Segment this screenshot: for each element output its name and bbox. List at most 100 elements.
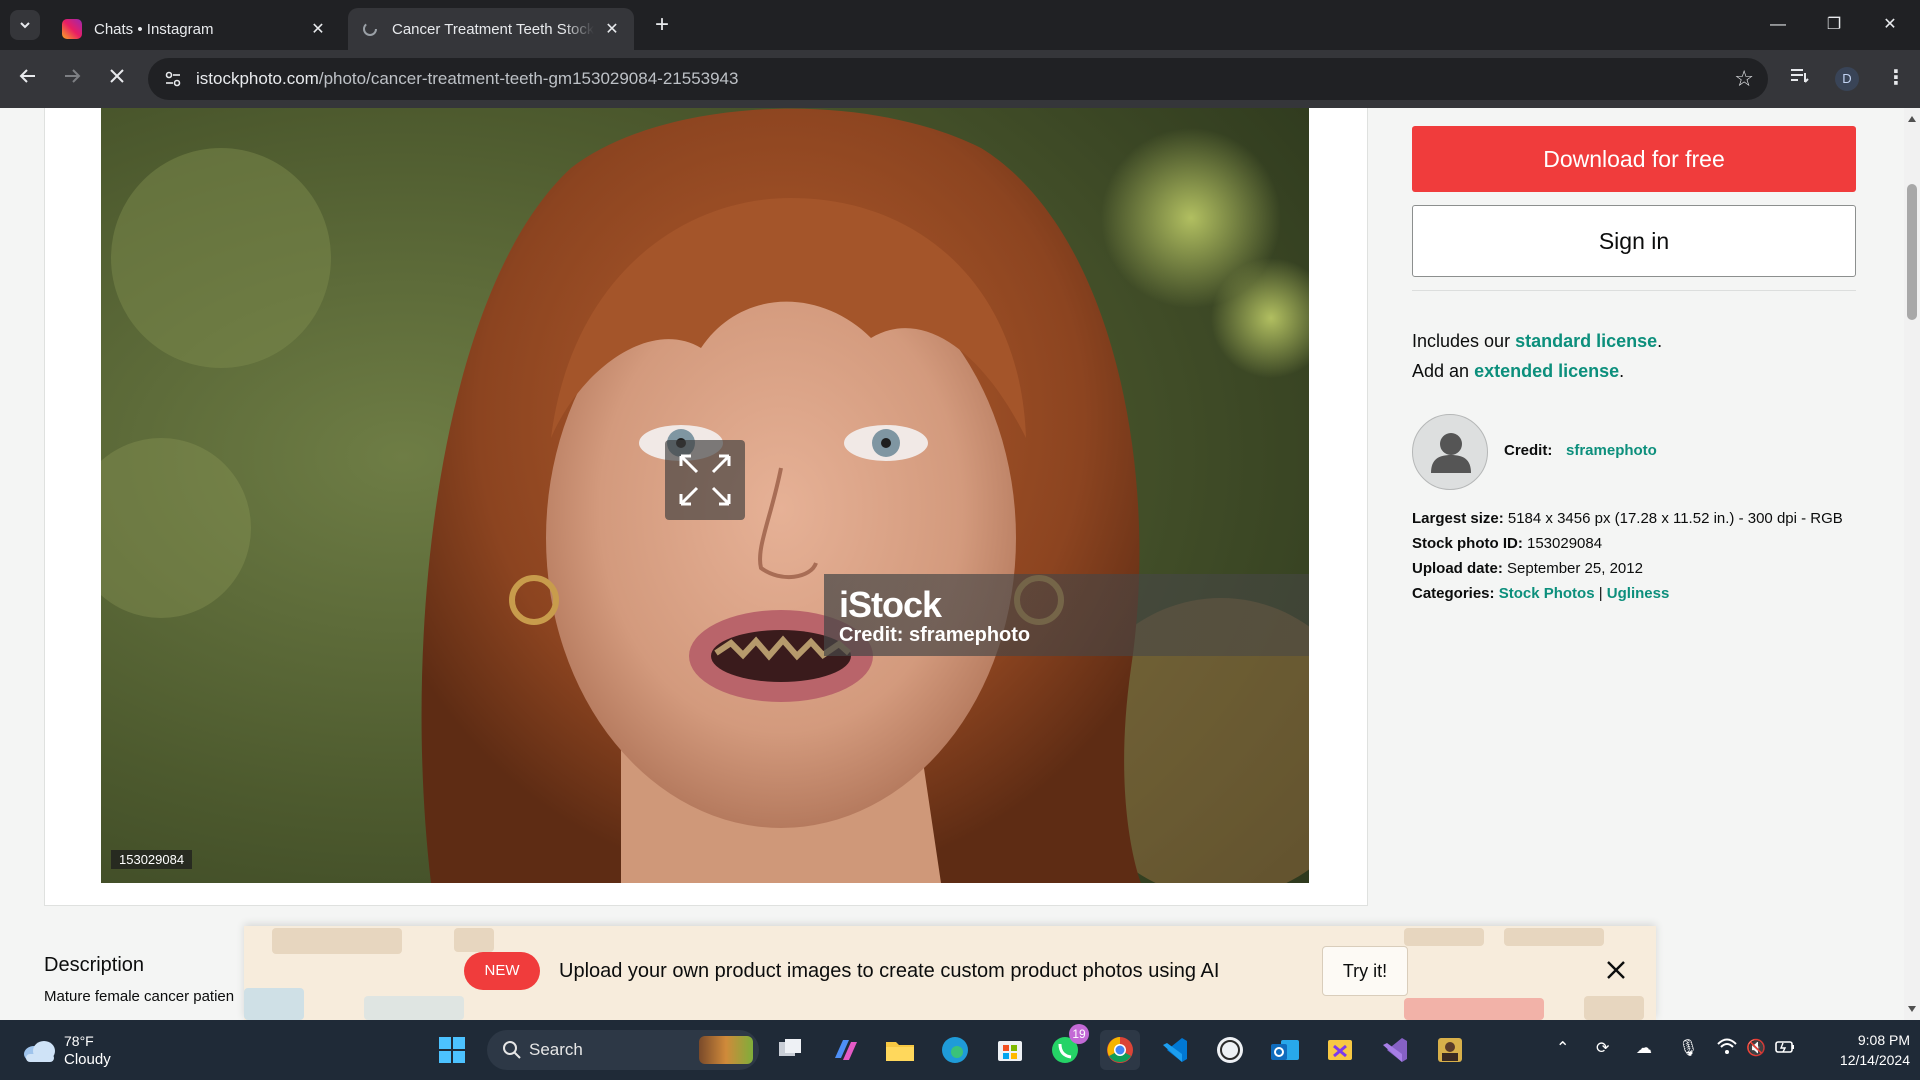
license-text: Includes our — [1412, 331, 1516, 351]
istock-watermark: iStock Credit: sframephoto — [824, 574, 1309, 656]
clock-time: 9:08 PM — [1857, 1032, 1910, 1048]
system-clock[interactable]: 9:08 PM 12/14/2024 — [1810, 1030, 1910, 1070]
scroll-up-arrow[interactable] — [1908, 116, 1916, 122]
expand-image-button[interactable] — [665, 440, 745, 520]
notification-badge: 19 — [1069, 1024, 1089, 1044]
outlook-icon[interactable] — [1265, 1030, 1305, 1070]
contributor-link[interactable]: sframephoto — [1566, 442, 1657, 459]
arrow-right-icon — [65, 69, 81, 83]
close-icon — [110, 69, 124, 83]
description-text: Mature female cancer patien — [44, 988, 235, 1005]
tab-istock[interactable]: Cancer Treatment Teeth Stock Photo ✕ — [348, 8, 634, 50]
reading-list-icon[interactable] — [1788, 65, 1810, 93]
scroll-down-arrow[interactable] — [1908, 1006, 1916, 1012]
photo-id-label: 153029084 — [111, 850, 193, 869]
clock-date: 12/14/2024 — [1839, 1052, 1910, 1068]
wifi-icon[interactable] — [1716, 1038, 1738, 1061]
credit-label: Credit: — [1504, 442, 1553, 459]
meta-key: Largest size: — [1412, 510, 1504, 527]
edge-icon[interactable] — [935, 1030, 975, 1070]
bookmark-star-icon[interactable]: ☆ — [1734, 66, 1754, 92]
promo-decoration — [454, 928, 494, 952]
back-button[interactable] — [14, 65, 42, 93]
user-app-icon[interactable] — [1430, 1030, 1470, 1070]
weather-widget[interactable]: 78°F Cloudy — [22, 1030, 152, 1070]
stock-photo[interactable]: 153029084 iStock Credit: sframephoto — [101, 108, 1309, 883]
profile-avatar[interactable]: D — [1835, 67, 1859, 91]
battery-icon[interactable] — [1774, 1038, 1796, 1061]
forward-button[interactable] — [58, 65, 86, 93]
tab-instagram[interactable]: Chats • Instagram ✕ — [50, 8, 340, 50]
scroll-thumb[interactable] — [1907, 184, 1917, 320]
snipping-tool-icon[interactable] — [1320, 1030, 1360, 1070]
site-info-icon[interactable] — [162, 68, 184, 90]
standard-license-link[interactable]: standard license — [1515, 331, 1657, 351]
chrome-icon[interactable] — [1100, 1030, 1140, 1070]
weather-condition: Cloudy — [64, 1051, 111, 1068]
show-hidden-icons-chevron-icon[interactable]: ⌃ — [1556, 1038, 1569, 1058]
close-icon — [1607, 961, 1625, 979]
chevron-down-icon — [20, 22, 30, 29]
promo-decoration — [272, 928, 402, 954]
tab-search-button[interactable] — [10, 10, 40, 40]
description-heading: Description — [44, 954, 145, 976]
start-button[interactable] — [432, 1030, 472, 1070]
visual-studio-icon[interactable] — [1375, 1030, 1415, 1070]
taskbar-search[interactable]: Search — [487, 1030, 759, 1070]
license-punct: . — [1619, 361, 1625, 381]
promo-decoration — [1404, 998, 1544, 1020]
sync-icon[interactable]: ⟳ — [1596, 1038, 1609, 1058]
divider — [1412, 290, 1856, 291]
copilot-icon[interactable] — [825, 1030, 865, 1070]
promo-decoration — [244, 988, 304, 1020]
instagram-icon — [62, 19, 82, 39]
new-tab-button[interactable]: + — [648, 12, 676, 40]
contributor-avatar[interactable] — [1412, 414, 1488, 490]
category-link-ugliness[interactable]: Ugliness — [1607, 585, 1670, 602]
promo-text: Upload your own product images to create… — [559, 960, 1220, 982]
microphone-icon[interactable]: 🎙 — [1678, 1038, 1698, 1058]
close-tab-icon[interactable]: ✕ — [308, 19, 328, 39]
url-path: /photo/cancer-treatment-teeth-gm15302908… — [318, 69, 739, 88]
download-button[interactable]: Download for free — [1412, 126, 1856, 192]
try-it-button[interactable]: Try it! — [1322, 946, 1408, 996]
promo-decoration — [1504, 928, 1604, 946]
category-link-stock-photos[interactable]: Stock Photos — [1499, 585, 1595, 602]
promo-banner: NEW Upload your own product images to cr… — [244, 926, 1656, 1020]
url-text: istockphoto.com/photo/cancer-treatment-t… — [196, 69, 738, 89]
watermark-logo: iStock — [839, 584, 942, 625]
windows-taskbar: 78°F Cloudy Search 19 ⌃ ⟳ ☁ 🎙 🔇 9:08 PM … — [0, 1020, 1920, 1080]
minimize-button[interactable]: — — [1758, 10, 1798, 40]
promo-decoration — [1404, 928, 1484, 946]
sign-in-button[interactable]: Sign in — [1412, 205, 1856, 277]
weather-temp: 78°F — [64, 1033, 94, 1049]
stop-loading-button[interactable] — [103, 65, 131, 93]
vscode-icon[interactable] — [1155, 1030, 1195, 1070]
arrow-left-icon — [19, 69, 35, 83]
photo-metadata: Largest size: 5184 x 3456 px (17.28 x 11… — [1412, 506, 1843, 606]
microsoft-store-icon[interactable] — [990, 1030, 1030, 1070]
page-viewport: 153029084 iStock Credit: sframephoto Dow… — [0, 108, 1904, 1020]
close-window-button[interactable]: ✕ — [1870, 10, 1910, 40]
license-punct: . — [1657, 331, 1663, 351]
page-scrollbar[interactable] — [1904, 108, 1920, 1020]
address-bar[interactable]: istockphoto.com/photo/cancer-treatment-t… — [148, 58, 1768, 100]
whatsapp-desktop-icon[interactable] — [1210, 1030, 1250, 1070]
restore-button[interactable]: ❐ — [1814, 10, 1854, 40]
search-highlight-icon — [699, 1036, 753, 1064]
promo-decoration — [364, 996, 464, 1020]
close-tab-icon[interactable]: ✕ — [602, 19, 622, 39]
file-explorer-icon[interactable] — [880, 1030, 920, 1070]
tab-title: Chats • Instagram — [94, 20, 214, 38]
whatsapp-taskbar-icon[interactable]: 19 — [1045, 1024, 1089, 1070]
meta-key: Categories: — [1412, 585, 1495, 602]
license-info: Includes our standard license. Add an ex… — [1412, 326, 1662, 386]
onedrive-cloud-icon[interactable]: ☁ — [1636, 1038, 1652, 1058]
cloud-icon — [24, 1041, 55, 1062]
task-view-icon[interactable] — [770, 1030, 810, 1070]
more-menu-icon[interactable]: ⋮ — [1886, 65, 1906, 90]
extended-license-link[interactable]: extended license — [1474, 361, 1619, 381]
volume-muted-icon[interactable]: 🔇 — [1746, 1038, 1766, 1058]
search-label: Search — [529, 1040, 583, 1059]
close-promo-button[interactable] — [1602, 956, 1630, 984]
